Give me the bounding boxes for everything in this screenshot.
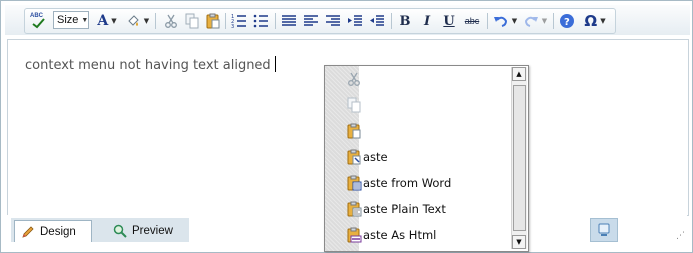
editor-text-content: context menu not having text aligned [25,58,271,73]
strikethrough-button[interactable]: abc [461,9,483,33]
text-caret [274,56,276,72]
context-menu-item-paste[interactable]: aste [325,144,509,170]
align-left-button[interactable] [301,9,321,33]
paste-icon [206,13,220,29]
font-size-dropdown[interactable]: Size ▼ [51,9,91,33]
context-menu-item-paste-plain-text[interactable]: aste Plain Text [325,196,509,222]
context-menu-item-label: aste from Word [363,176,452,190]
omega-icon: Ω [584,12,598,30]
scroll-up-button[interactable]: ▲ [512,67,526,81]
strikethrough-icon: abc [464,16,480,26]
resize-grip-icon[interactable]: ⋰ [676,231,685,241]
cut-icon [165,14,177,28]
paste-from-word-icon [347,175,362,191]
separator [225,13,226,29]
toolbar-group: ABC Size ▼ A ▼ ▼ 1 2 3 B I U abc ▼ ▼ ? Ω… [24,8,616,34]
design-tab-label: Design [40,225,76,238]
copy-button[interactable] [182,9,202,33]
italic-icon: I [423,13,431,29]
bold-button[interactable]: B [395,9,415,33]
chevron-down-icon[interactable]: ▼ [111,17,116,25]
triangle-up-icon: ▲ [516,70,522,78]
context-menu-scrollbar[interactable]: ▲ ▼ [511,67,527,249]
triangle-down-icon: ▼ [516,238,522,246]
cut-button[interactable] [161,9,181,33]
svg-text:?: ? [564,17,570,28]
underline-button[interactable]: U [439,9,459,33]
paste-icon [347,149,361,165]
spellcheck-button[interactable]: ABC [29,9,47,33]
numbered-list-button[interactable]: 1 2 3 [229,9,249,33]
undo-button[interactable]: ▼ [491,9,519,33]
chevron-down-icon[interactable]: ▼ [512,17,517,25]
indent-button[interactable] [345,9,365,33]
font-size-select[interactable]: Size ▼ [53,11,89,29]
toolbar: ABC Size ▼ A ▼ ▼ 1 2 3 B I U abc ▼ ▼ ? Ω… [5,5,690,35]
chevron-down-icon[interactable]: ▼ [144,17,149,25]
scrollbar-thumb[interactable] [513,85,526,231]
paste-plain-text-icon [347,201,362,217]
paste-icon [347,123,361,139]
justify-full-button[interactable] [279,9,299,33]
chevron-down-icon[interactable]: ▼ [542,17,547,25]
context-menu-item-paste-as-html[interactable]: aste As Html [325,222,509,248]
redo-icon [524,16,538,27]
undo-icon [493,16,507,27]
paint-bucket-icon [128,15,139,26]
editor-text: context menu not having text aligned [25,56,276,73]
context-menu-item-copy[interactable] [325,92,509,118]
context-menu-item-label: aste As Html [363,228,437,242]
separator [155,13,156,29]
chevron-down-icon[interactable]: ▼ [600,17,605,25]
html-mode-button[interactable] [590,218,618,242]
font-color-icon: A [97,13,109,29]
font-color-button[interactable]: A ▼ [93,9,121,33]
context-menu-item-label: aste [363,150,388,164]
preview-tab-label: Preview [132,225,173,237]
copy-icon [347,97,361,113]
font-size-label: Size [57,14,79,26]
align-left-icon [304,15,318,26]
align-right-icon [326,15,340,26]
context-menu-item-paste-special[interactable] [325,118,509,144]
outdent-icon [370,15,384,26]
help-button[interactable]: ? [557,9,577,33]
design-tab[interactable]: Design [14,220,92,242]
align-justify-icon [282,15,296,26]
align-right-button[interactable] [323,9,343,33]
numbered-list-icon: 1 2 3 [231,14,246,29]
separator [487,13,488,29]
highlight-color-button[interactable]: ▼ [123,9,151,33]
preview-tab[interactable]: Preview [103,220,197,242]
paste-html-icon [347,227,362,243]
paste-button[interactable] [203,9,223,33]
separator [275,13,276,29]
separator [553,13,554,29]
html-source-icon [598,223,610,236]
mode-tabs: Design Preview [11,218,189,242]
outdent-button[interactable] [367,9,387,33]
separator [391,13,392,29]
indent-icon [348,15,362,26]
spellcheck-icon: ABC [30,13,46,29]
cut-icon [348,72,360,86]
special-characters-button[interactable]: Ω ▼ [579,9,611,33]
magnifier-icon [113,224,127,238]
bullet-list-icon [253,14,268,28]
context-menu-item-cut[interactable] [325,66,509,92]
redo-button[interactable]: ▼ [521,9,549,33]
scroll-down-button[interactable]: ▼ [512,235,526,249]
help-icon: ? [560,14,574,28]
context-menu-item-label: aste Plain Text [363,202,446,216]
bullet-list-button[interactable] [251,9,271,33]
pencil-icon [22,225,34,238]
bold-icon: B [399,13,411,29]
copy-icon [185,13,199,29]
context-menu: aste aste from Word aste Plain Text aste… [324,65,529,252]
chevron-down-icon: ▼ [81,16,89,24]
italic-button[interactable]: I [417,9,437,33]
context-menu-item-paste-from-word[interactable]: aste from Word [325,170,509,196]
underline-icon: U [443,13,455,29]
svg-text:3: 3 [231,24,234,29]
